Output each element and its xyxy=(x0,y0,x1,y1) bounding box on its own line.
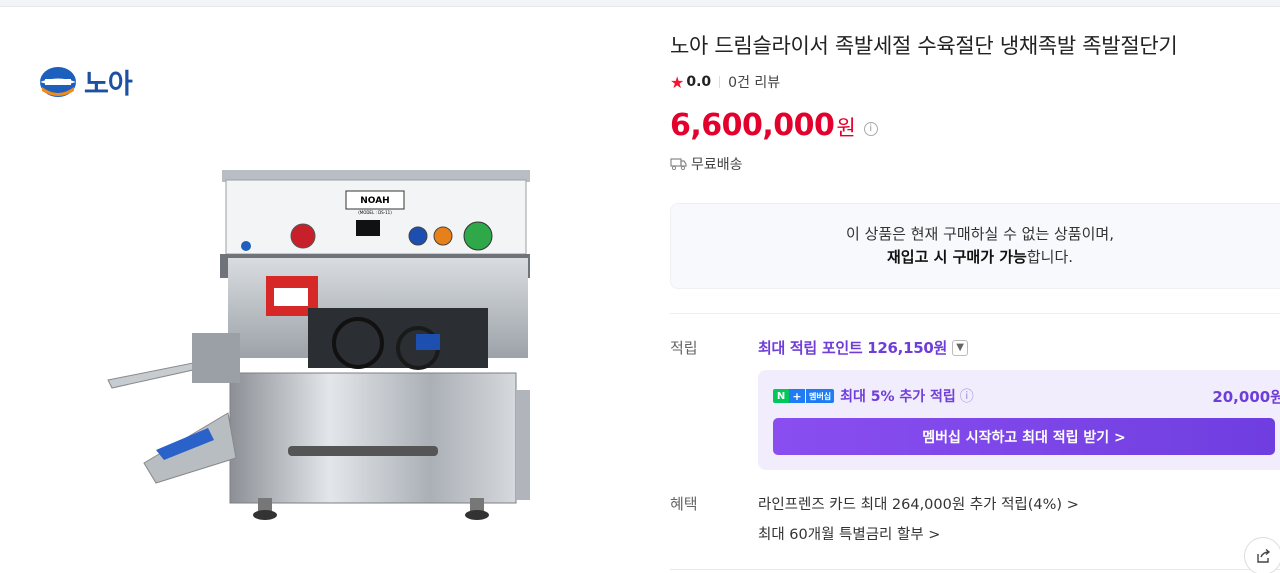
price-unit: 원 xyxy=(836,116,856,140)
star-icon: ★ xyxy=(670,72,685,92)
machine-model-label: (MODEL : DS-11) xyxy=(358,210,392,215)
rating-score: 0.0 xyxy=(686,74,712,90)
membership-box: N + 멤버십 최대 5% 추가 적립 ⓘ 20,000원 멤버십 시작하고 최… xyxy=(758,370,1280,470)
price-value: 6,600,000 xyxy=(670,108,835,143)
naver-n-badge: N xyxy=(773,389,789,403)
machine-brand-plate: NOAH xyxy=(360,196,389,206)
share-button[interactable] xyxy=(1244,537,1280,573)
membership-amount: 20,000원 xyxy=(1212,388,1280,406)
start-membership-button[interactable]: 멤버십 시작하고 최대 적립 받기 > xyxy=(773,418,1275,455)
soldout-line2: 재입고 시 구매가 가능합니다. xyxy=(887,246,1073,269)
membership-text: 최대 5% 추가 적립 xyxy=(840,389,956,405)
soldout-line1: 이 상품은 현재 구매하실 수 없는 상품이며, xyxy=(846,225,1114,243)
rating-row[interactable]: ★ 0.0 0건 리뷰 xyxy=(670,72,780,92)
benefit-installment-link[interactable]: 최대 60개월 특별금리 할부 > xyxy=(758,523,940,544)
delivery-row: 무료배송 xyxy=(670,154,743,174)
top-divider xyxy=(0,0,1280,7)
product-title: 노아 드림슬라이서 족발세절 수육절단 냉채족발 족발절단기 xyxy=(670,34,1178,58)
membership-badge: 멤버십 xyxy=(806,389,835,403)
benefit-card-link[interactable]: 라인프렌즈 카드 최대 264,000원 추가 적립(4%) > xyxy=(758,493,1079,514)
points-headline-text: 최대 적립 포인트 126,150원 xyxy=(758,339,947,357)
brand-logo: 노아 xyxy=(38,62,133,101)
plus-badge: + xyxy=(789,389,805,403)
benefits-label: 혜택 xyxy=(670,495,698,513)
review-count-link[interactable]: 0건 리뷰 xyxy=(728,72,780,92)
chevron-down-icon[interactable]: ▼ xyxy=(952,339,968,356)
delivery-label: 무료배송 xyxy=(691,157,743,173)
noah-logo-icon xyxy=(40,66,76,97)
truck-icon xyxy=(670,158,687,170)
soldout-line2-rest: 합니다. xyxy=(1026,248,1074,266)
section-divider xyxy=(670,313,1280,314)
brand-name: 노아 xyxy=(84,69,133,100)
points-label: 적립 xyxy=(670,339,698,357)
price-row: 6,600,000 원 i xyxy=(670,108,878,143)
soldout-line2-bold: 재입고 시 구매가 가능 xyxy=(886,248,1027,266)
share-icon xyxy=(1257,548,1271,563)
section-divider-bottom xyxy=(670,569,1280,570)
soldout-notice: 이 상품은 현재 구매하실 수 없는 상품이며, 재입고 시 구매가 가능합니다… xyxy=(670,203,1280,289)
product-main-image[interactable]: NOAH (MODEL : DS-11) xyxy=(98,158,538,530)
points-headline[interactable]: 최대 적립 포인트 126,150원 ▼ xyxy=(758,337,968,358)
price-info-icon[interactable]: i xyxy=(863,121,878,136)
rating-divider xyxy=(719,76,721,88)
membership-row: N + 멤버십 최대 5% 추가 적립 ⓘ xyxy=(773,386,974,406)
product-image-area[interactable]: 노아 NOAH (MODEL : DS-11) xyxy=(0,8,640,573)
info-icon[interactable]: ⓘ xyxy=(960,386,974,406)
